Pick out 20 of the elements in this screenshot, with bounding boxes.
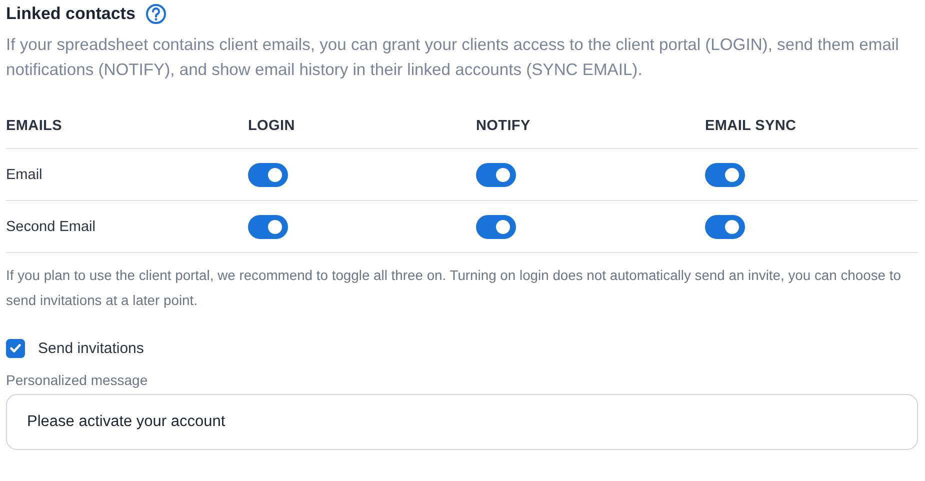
- toggle-switch[interactable]: [705, 162, 745, 186]
- toggle-switch[interactable]: [476, 214, 516, 238]
- column-header: LOGIN: [248, 118, 296, 134]
- row-label: Second Email: [6, 218, 96, 234]
- column-header: EMAILS: [6, 118, 63, 134]
- row-label: Email: [6, 166, 44, 182]
- checkbox[interactable]: [6, 338, 25, 358]
- column-header: EMAIL SYNC: [705, 118, 798, 134]
- section-title: Linked contacts: [6, 4, 136, 24]
- toggle-switch[interactable]: [248, 162, 288, 186]
- toggle-switch[interactable]: [476, 162, 516, 186]
- help-icon[interactable]: [145, 3, 168, 25]
- section-description: If your spreadsheet contains client emails, you can grant your clients access to the client portal (LOGIN), send them email notifications (NOTIFY), and show email history in their linked accounts (SYNC EMAIL).: [6, 34, 900, 81]
- message-input-field[interactable]: Please activate your account: [6, 394, 918, 450]
- info-note: If you plan to use the client portal, we recommend to toggle all three on. Turning on login does not automatically send an invite, you can choose to send invitations at a later point.: [6, 266, 902, 310]
- field-label: Personalized message: [6, 372, 149, 388]
- toggle-switch[interactable]: [248, 214, 288, 238]
- toggle-switch[interactable]: [705, 214, 745, 238]
- checkbox-label: Send invitations: [38, 340, 144, 356]
- column-header: NOTIFY: [476, 118, 532, 134]
